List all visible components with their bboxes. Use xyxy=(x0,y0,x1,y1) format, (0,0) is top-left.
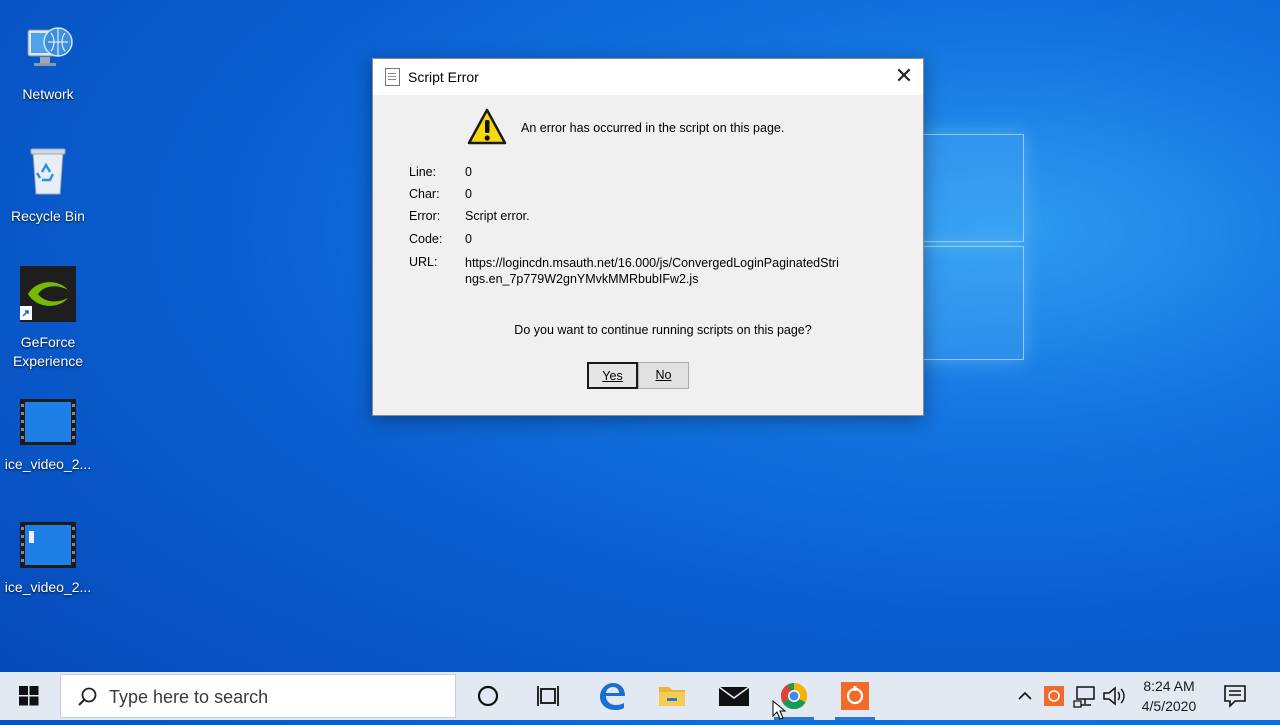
mail-icon[interactable] xyxy=(708,672,760,720)
dialog-titlebar[interactable]: Script Error ✕ xyxy=(373,59,923,95)
clock-date: 4/5/2020 xyxy=(1141,698,1197,714)
search-icon xyxy=(78,687,97,706)
app-icon[interactable] xyxy=(829,672,881,720)
desktop-icon-label: Recycle Bin xyxy=(11,208,85,224)
taskbar: Type here to search 8:24 AM 4/5/2020 xyxy=(0,672,1280,720)
network-status-icon[interactable] xyxy=(1072,672,1098,720)
continue-question: Do you want to continue running scripts … xyxy=(514,323,812,337)
edge-icon[interactable] xyxy=(586,672,638,720)
field-label: Error: xyxy=(409,209,441,223)
script-error-dialog: Script Error ✕ An error has occurred in … xyxy=(372,58,924,416)
dialog-title: Script Error xyxy=(408,69,479,85)
error-message: An error has occurred in the script on t… xyxy=(521,121,785,135)
field-url: URL: https://logincdn.msauth.net/16.000/j… xyxy=(409,255,845,287)
desktop-icon-label: GeForce Experience xyxy=(12,334,84,369)
no-button[interactable]: No xyxy=(638,362,689,389)
desktop-icon-video-2[interactable]: ice_video_2... xyxy=(0,521,96,597)
field-label: Char: xyxy=(409,187,440,201)
field-label: URL: xyxy=(409,255,438,269)
taskbar-search-box[interactable]: Type here to search xyxy=(60,674,456,718)
desktop-icon-network[interactable]: Network xyxy=(0,22,96,104)
network-icon xyxy=(0,22,96,81)
field-char: Char: 0 xyxy=(409,187,472,201)
desktop-icon-label: Network xyxy=(22,86,74,102)
field-value: 0 xyxy=(465,232,472,246)
field-error: Error: Script error. xyxy=(409,209,530,223)
field-value: 0 xyxy=(465,165,472,179)
desktop-icon-label: ice_video_2... xyxy=(4,456,92,472)
show-hidden-icons-chevron-icon[interactable] xyxy=(1014,672,1036,720)
task-view-icon[interactable] xyxy=(522,672,574,720)
windows-start-icon xyxy=(19,686,39,706)
video-file-icon xyxy=(0,521,96,574)
desktop-icon-geforce[interactable]: GeForce Experience xyxy=(0,266,96,371)
field-value: https://logincdn.msauth.net/16.000/js/Co… xyxy=(465,256,839,286)
field-line: Line: 0 xyxy=(409,165,472,179)
clock-time: 8:24 AM xyxy=(1143,678,1195,694)
document-icon xyxy=(385,68,400,86)
video-file-icon xyxy=(0,398,96,451)
start-button[interactable] xyxy=(0,672,58,720)
warning-icon xyxy=(466,107,508,147)
mouse-cursor-icon xyxy=(772,699,788,725)
yes-button-label: Yes xyxy=(602,369,623,383)
field-label: Code: xyxy=(409,232,443,246)
no-button-label: No xyxy=(655,368,672,382)
field-value: Script error. xyxy=(465,209,530,223)
desktop-icon-label: ice_video_2... xyxy=(4,579,92,595)
yes-button[interactable]: Yes xyxy=(587,362,638,389)
cortana-icon[interactable] xyxy=(462,672,514,720)
search-placeholder: Type here to search xyxy=(109,687,269,707)
desktop-icon-video-1[interactable]: ice_video_2... xyxy=(0,398,96,474)
field-value: 0 xyxy=(465,187,472,201)
file-explorer-icon[interactable] xyxy=(646,672,698,720)
field-label: Line: xyxy=(409,165,437,179)
close-button[interactable]: ✕ xyxy=(885,59,923,95)
field-code: Code: 0 xyxy=(409,232,472,246)
volume-icon[interactable] xyxy=(1101,672,1127,720)
system-clock[interactable]: 8:24 AM 4/5/2020 xyxy=(1132,676,1206,716)
desktop-windows-logo xyxy=(922,122,1026,362)
tray-app-icon[interactable] xyxy=(1042,672,1066,720)
desktop-icon-recycle-bin[interactable]: Recycle Bin xyxy=(0,144,96,226)
recycle-bin-icon xyxy=(0,144,96,203)
action-center-icon[interactable] xyxy=(1220,672,1250,720)
geforce-icon xyxy=(0,266,96,329)
